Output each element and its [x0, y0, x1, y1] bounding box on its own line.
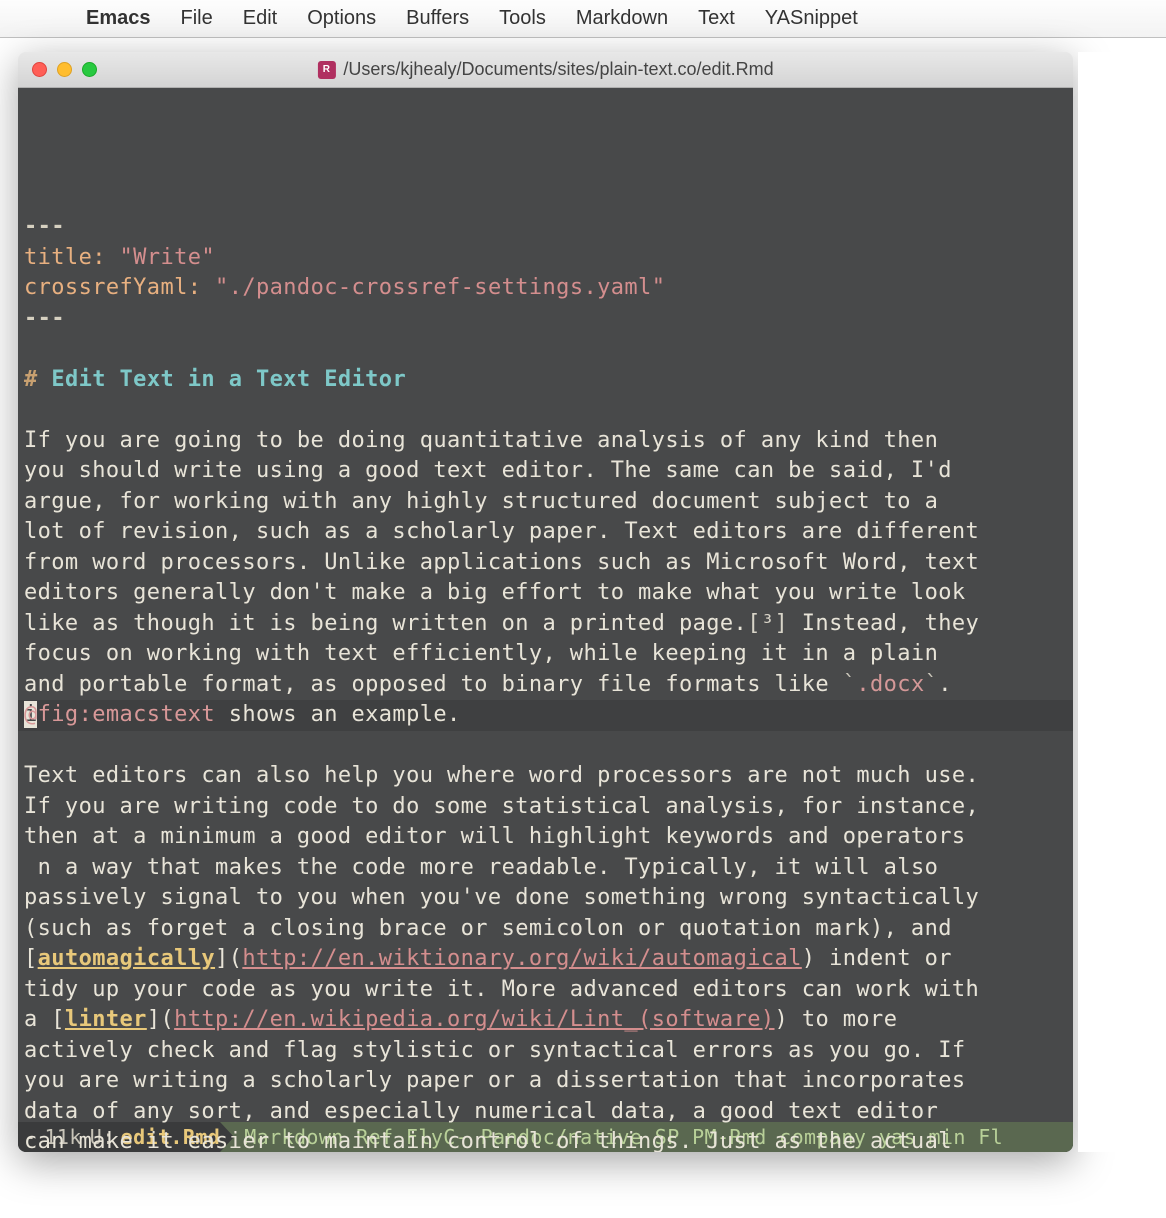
body-line: like as though it is being written on a … [24, 611, 747, 636]
markdown-link-url: http://en.wiktionary.org/wiki/automagica… [242, 946, 801, 971]
body-line: editors generally don't make a big effor… [24, 580, 966, 605]
window-title: /Users/kjhealy/Documents/sites/plain-tex… [317, 59, 773, 80]
heading-1: # Edit Text in a Text Editor [24, 367, 406, 392]
body-line: you are writing a scholarly paper or a d… [24, 1068, 966, 1093]
body-line: you should write using a good text edito… [24, 458, 952, 483]
file-type-icon [317, 61, 335, 79]
body-line: If you are going to be doing quantitativ… [24, 428, 938, 453]
body-line: tidy up your code as you write it. More … [24, 977, 979, 1002]
body-line: argue, for working with any highly struc… [24, 489, 938, 514]
macos-menubar: Emacs File Edit Options Buffers Tools Ma… [0, 0, 1166, 38]
menubar-options[interactable]: Options [307, 7, 376, 30]
inline-code: .docx [856, 672, 924, 697]
markdown-link-text: automagically [38, 946, 215, 971]
menubar-buffers[interactable]: Buffers [406, 7, 469, 30]
maximize-window-button[interactable] [82, 62, 97, 77]
menubar-tools[interactable]: Tools [499, 7, 546, 30]
body-line: focus on working with text efficiently, … [24, 641, 938, 666]
body-line: data of any sort, and especially numeric… [24, 1099, 938, 1124]
body-line: lot of revision, such as a scholarly pap… [24, 519, 979, 544]
menubar-edit[interactable]: Edit [243, 7, 277, 30]
footnote-marker: [³] [747, 611, 788, 636]
yaml-value-title: "Write" [120, 245, 216, 270]
body-line: Instead, they [788, 611, 979, 636]
emacs-window: /Users/kjhealy/Documents/sites/plain-tex… [18, 52, 1073, 1152]
figure-reference: @fig:emacstext [24, 702, 215, 727]
traffic-lights [32, 62, 97, 77]
body-line: (such as forget a closing brace or semic… [24, 916, 952, 941]
close-window-button[interactable] [32, 62, 47, 77]
yaml-key-title: title: [24, 245, 106, 270]
minimize-window-button[interactable] [57, 62, 72, 77]
window-title-text: /Users/kjhealy/Documents/sites/plain-tex… [343, 59, 773, 80]
menubar-text[interactable]: Text [698, 7, 735, 30]
body-line: can make it easier to maintain control o… [24, 1129, 952, 1152]
markdown-link-text: linter [65, 1007, 147, 1032]
markdown-link-url: http://en.wikipedia.org/wiki/Lint_(softw… [174, 1007, 774, 1032]
yaml-delimiter: --- [24, 306, 65, 331]
editor-content: --- title: "Write" crossrefYaml: "./pand… [24, 212, 1067, 1152]
yaml-key-crossref: crossrefYaml: [24, 275, 201, 300]
body-line: and portable format, as opposed to binar… [24, 672, 843, 697]
body-line: Text editors can also help you where wor… [24, 763, 979, 788]
menubar-markdown[interactable]: Markdown [576, 7, 668, 30]
body-line: passively signal to you when you've done… [24, 885, 979, 910]
body-line: from word processors. Unlike application… [24, 550, 979, 575]
yaml-delimiter: --- [24, 214, 65, 239]
menubar-file[interactable]: File [181, 7, 213, 30]
body-line: actively check and flag stylistic or syn… [24, 1038, 966, 1063]
body-line: then at a minimum a good editor will hig… [24, 824, 966, 849]
menubar-app-name[interactable]: Emacs [86, 7, 151, 30]
menubar-yasnippet[interactable]: YASnippet [765, 7, 858, 30]
window-titlebar[interactable]: /Users/kjhealy/Documents/sites/plain-tex… [18, 52, 1073, 88]
body-line: If you are writing code to do some stati… [24, 794, 979, 819]
background-window-strip [1078, 52, 1166, 1152]
yaml-value-crossref: "./pandoc-crossref-settings.yaml" [215, 275, 665, 300]
body-line: n a way that makes the code more readabl… [38, 855, 939, 880]
editor-buffer[interactable]: i --- title: "Write" crossrefYaml: "./pa… [18, 88, 1073, 1152]
